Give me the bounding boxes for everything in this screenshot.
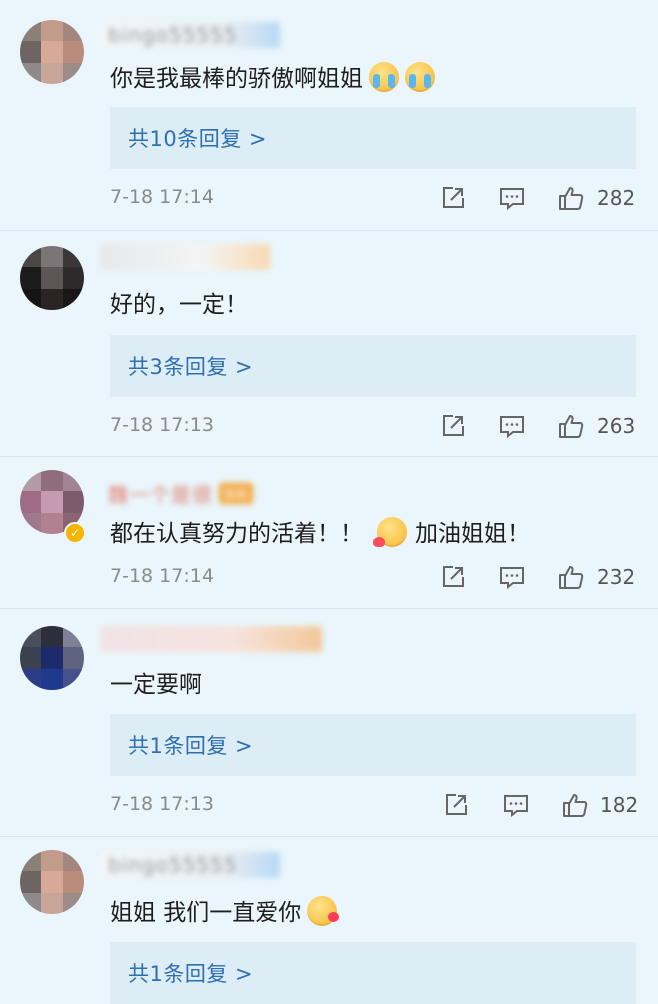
crying-face-icon — [369, 62, 399, 92]
comment-meta: 7-18 17:14 232 — [110, 564, 636, 590]
thumbs-up-icon[interactable] — [558, 185, 584, 211]
username[interactable]: 魏一个是很 铁粉 — [100, 480, 300, 507]
like-count: 232 — [597, 565, 636, 589]
view-replies-button[interactable]: 共1条回复 > — [110, 714, 636, 776]
comment-meta: 7-18 17:13 182 — [110, 792, 639, 818]
comment-text: 姐姐 我们一直爱你 — [110, 896, 340, 930]
divider — [0, 836, 658, 837]
share-icon[interactable] — [443, 792, 469, 818]
like-count: 282 — [597, 186, 636, 210]
comment-text: 都在认真努力的活着！！ 加油姐姐！ — [110, 517, 530, 551]
thumbs-up-icon[interactable] — [558, 564, 584, 590]
comment-text: 你是我最棒的骄傲啊姐姐 — [110, 62, 435, 96]
view-replies-button[interactable]: 共1条回复 > — [110, 942, 636, 1004]
comment-icon[interactable] — [499, 185, 525, 211]
like-count: 182 — [600, 793, 639, 817]
comment-icon[interactable] — [499, 413, 525, 439]
share-icon[interactable] — [440, 564, 466, 590]
comment-meta: 7-18 17:13 263 — [110, 413, 636, 439]
divider — [0, 608, 658, 609]
share-icon[interactable] — [440, 185, 466, 211]
divider — [0, 230, 658, 231]
view-replies-button[interactable]: 共3条回复 > — [110, 335, 636, 397]
thumbs-up-icon[interactable] — [562, 792, 588, 818]
comment-icon[interactable] — [503, 792, 529, 818]
fan-badge: 铁粉 — [219, 482, 254, 504]
crying-face-icon — [405, 62, 435, 92]
like-count: 263 — [597, 414, 636, 438]
username[interactable] — [100, 244, 270, 270]
comment-icon[interactable] — [499, 564, 525, 590]
username[interactable]: bingo55555 — [100, 852, 280, 878]
avatar[interactable] — [20, 246, 84, 310]
thumbs-up-icon[interactable] — [558, 413, 584, 439]
comment-text: 一定要啊 — [110, 672, 202, 698]
comment-meta: 7-18 17:14 282 — [110, 185, 636, 211]
avatar[interactable] — [20, 20, 84, 84]
avatar[interactable] — [20, 850, 84, 914]
username[interactable] — [100, 626, 322, 652]
comment-text: 好的，一定！ — [110, 292, 248, 318]
view-replies-button[interactable]: 共10条回复 > — [110, 107, 636, 169]
verified-badge-icon: ✓ — [64, 522, 86, 544]
share-icon[interactable] — [440, 413, 466, 439]
kissing-face-icon — [307, 896, 340, 926]
avatar[interactable] — [20, 626, 84, 690]
username[interactable]: bingo55555 — [100, 22, 280, 48]
love-face-icon — [373, 517, 407, 547]
divider — [0, 456, 658, 457]
